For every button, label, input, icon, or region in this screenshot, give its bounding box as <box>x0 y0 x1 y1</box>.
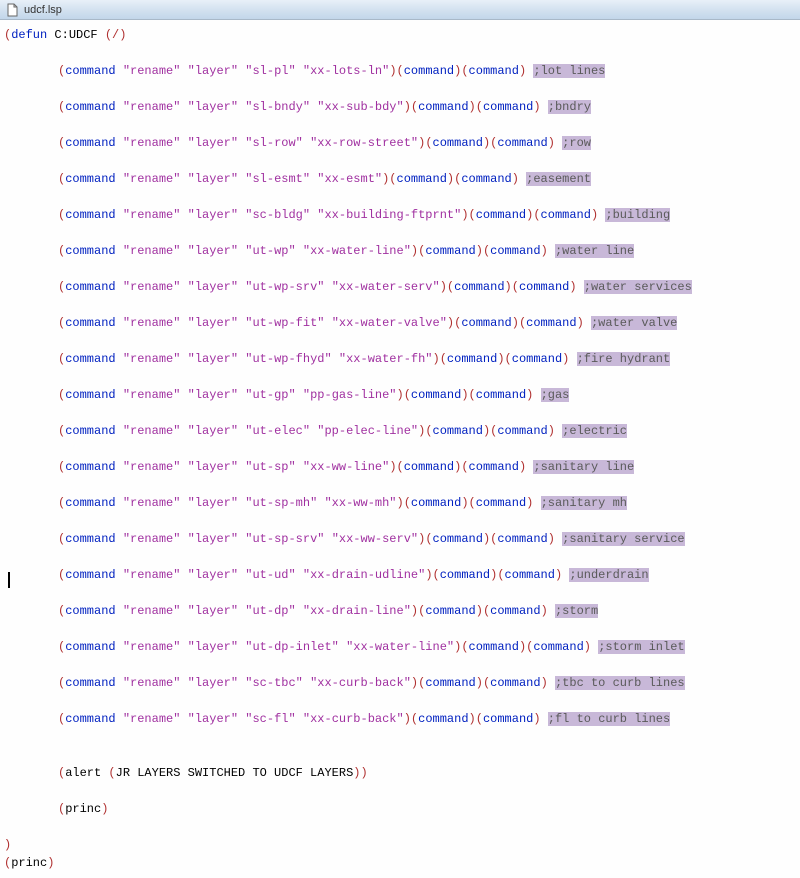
file-icon <box>6 3 20 17</box>
comment: ;row <box>562 136 591 150</box>
command-line: (command "rename" "layer" "ut-elec" "pp-… <box>4 422 796 440</box>
comment: ;sanitary service <box>562 532 684 546</box>
princ-line: (princ) <box>4 800 796 818</box>
comment: ;gas <box>541 388 570 402</box>
comment: ;water services <box>584 280 692 294</box>
comment: ;bndry <box>548 100 591 114</box>
command-line: (command "rename" "layer" "ut-sp" "xx-ww… <box>4 458 796 476</box>
titlebar-text: udcf.lsp <box>24 4 62 16</box>
command-line: (command "rename" "layer" "ut-dp-inlet" … <box>4 638 796 656</box>
comment: ;easement <box>526 172 591 186</box>
comment: ;water valve <box>591 316 677 330</box>
command-line: (command "rename" "layer" "ut-sp-mh" "xx… <box>4 494 796 512</box>
comment: ;water line <box>555 244 634 258</box>
comment: ;storm <box>555 604 598 618</box>
comment: ;building <box>605 208 670 222</box>
command-line: (command "rename" "layer" "ut-wp-fhyd" "… <box>4 350 796 368</box>
command-line: (command "rename" "layer" "ut-wp-srv" "x… <box>4 278 796 296</box>
comment: ;underdrain <box>569 568 648 582</box>
command-line: (command "rename" "layer" "sc-tbc" "xx-c… <box>4 674 796 692</box>
text-cursor <box>8 572 10 588</box>
comment: ;electric <box>562 424 627 438</box>
command-line: (command "rename" "layer" "sc-fl" "xx-cu… <box>4 710 796 728</box>
command-line: (command "rename" "layer" "ut-ud" "xx-dr… <box>4 566 796 584</box>
command-line: (command "rename" "layer" "ut-wp-fit" "x… <box>4 314 796 332</box>
command-line: (command "rename" "layer" "ut-dp" "xx-dr… <box>4 602 796 620</box>
command-line: (command "rename" "layer" "sl-pl" "xx-lo… <box>4 62 796 80</box>
close-paren: ) <box>4 836 796 854</box>
comment: ;fire hydrant <box>577 352 671 366</box>
command-line: (command "rename" "layer" "sl-esmt" "xx-… <box>4 170 796 188</box>
comment: ;storm inlet <box>598 640 684 654</box>
command-line: (command "rename" "layer" "sl-row" "xx-r… <box>4 134 796 152</box>
comment: ;sanitary line <box>533 460 634 474</box>
command-line: (command "rename" "layer" "ut-gp" "pp-ga… <box>4 386 796 404</box>
command-line: (command "rename" "layer" "ut-sp-srv" "x… <box>4 530 796 548</box>
comment: ;tbc to curb lines <box>555 676 685 690</box>
titlebar: udcf.lsp <box>0 0 800 20</box>
code-editor[interactable]: (defun C:UDCF (/) (command "rename" "lay… <box>0 20 800 878</box>
alert-line: (alert (JR LAYERS SWITCHED TO UDCF LAYER… <box>4 764 796 782</box>
command-line: (command "rename" "layer" "sc-bldg" "xx-… <box>4 206 796 224</box>
comment: ;lot lines <box>533 64 605 78</box>
command-line: (command "rename" "layer" "ut-wp" "xx-wa… <box>4 242 796 260</box>
princ-outer: (princ) <box>4 854 796 872</box>
command-line: (command "rename" "layer" "sl-bndy" "xx-… <box>4 98 796 116</box>
comment: ;sanitary mh <box>541 496 627 510</box>
comment: ;fl to curb lines <box>548 712 670 726</box>
defun-line: (defun C:UDCF (/) <box>4 26 796 44</box>
